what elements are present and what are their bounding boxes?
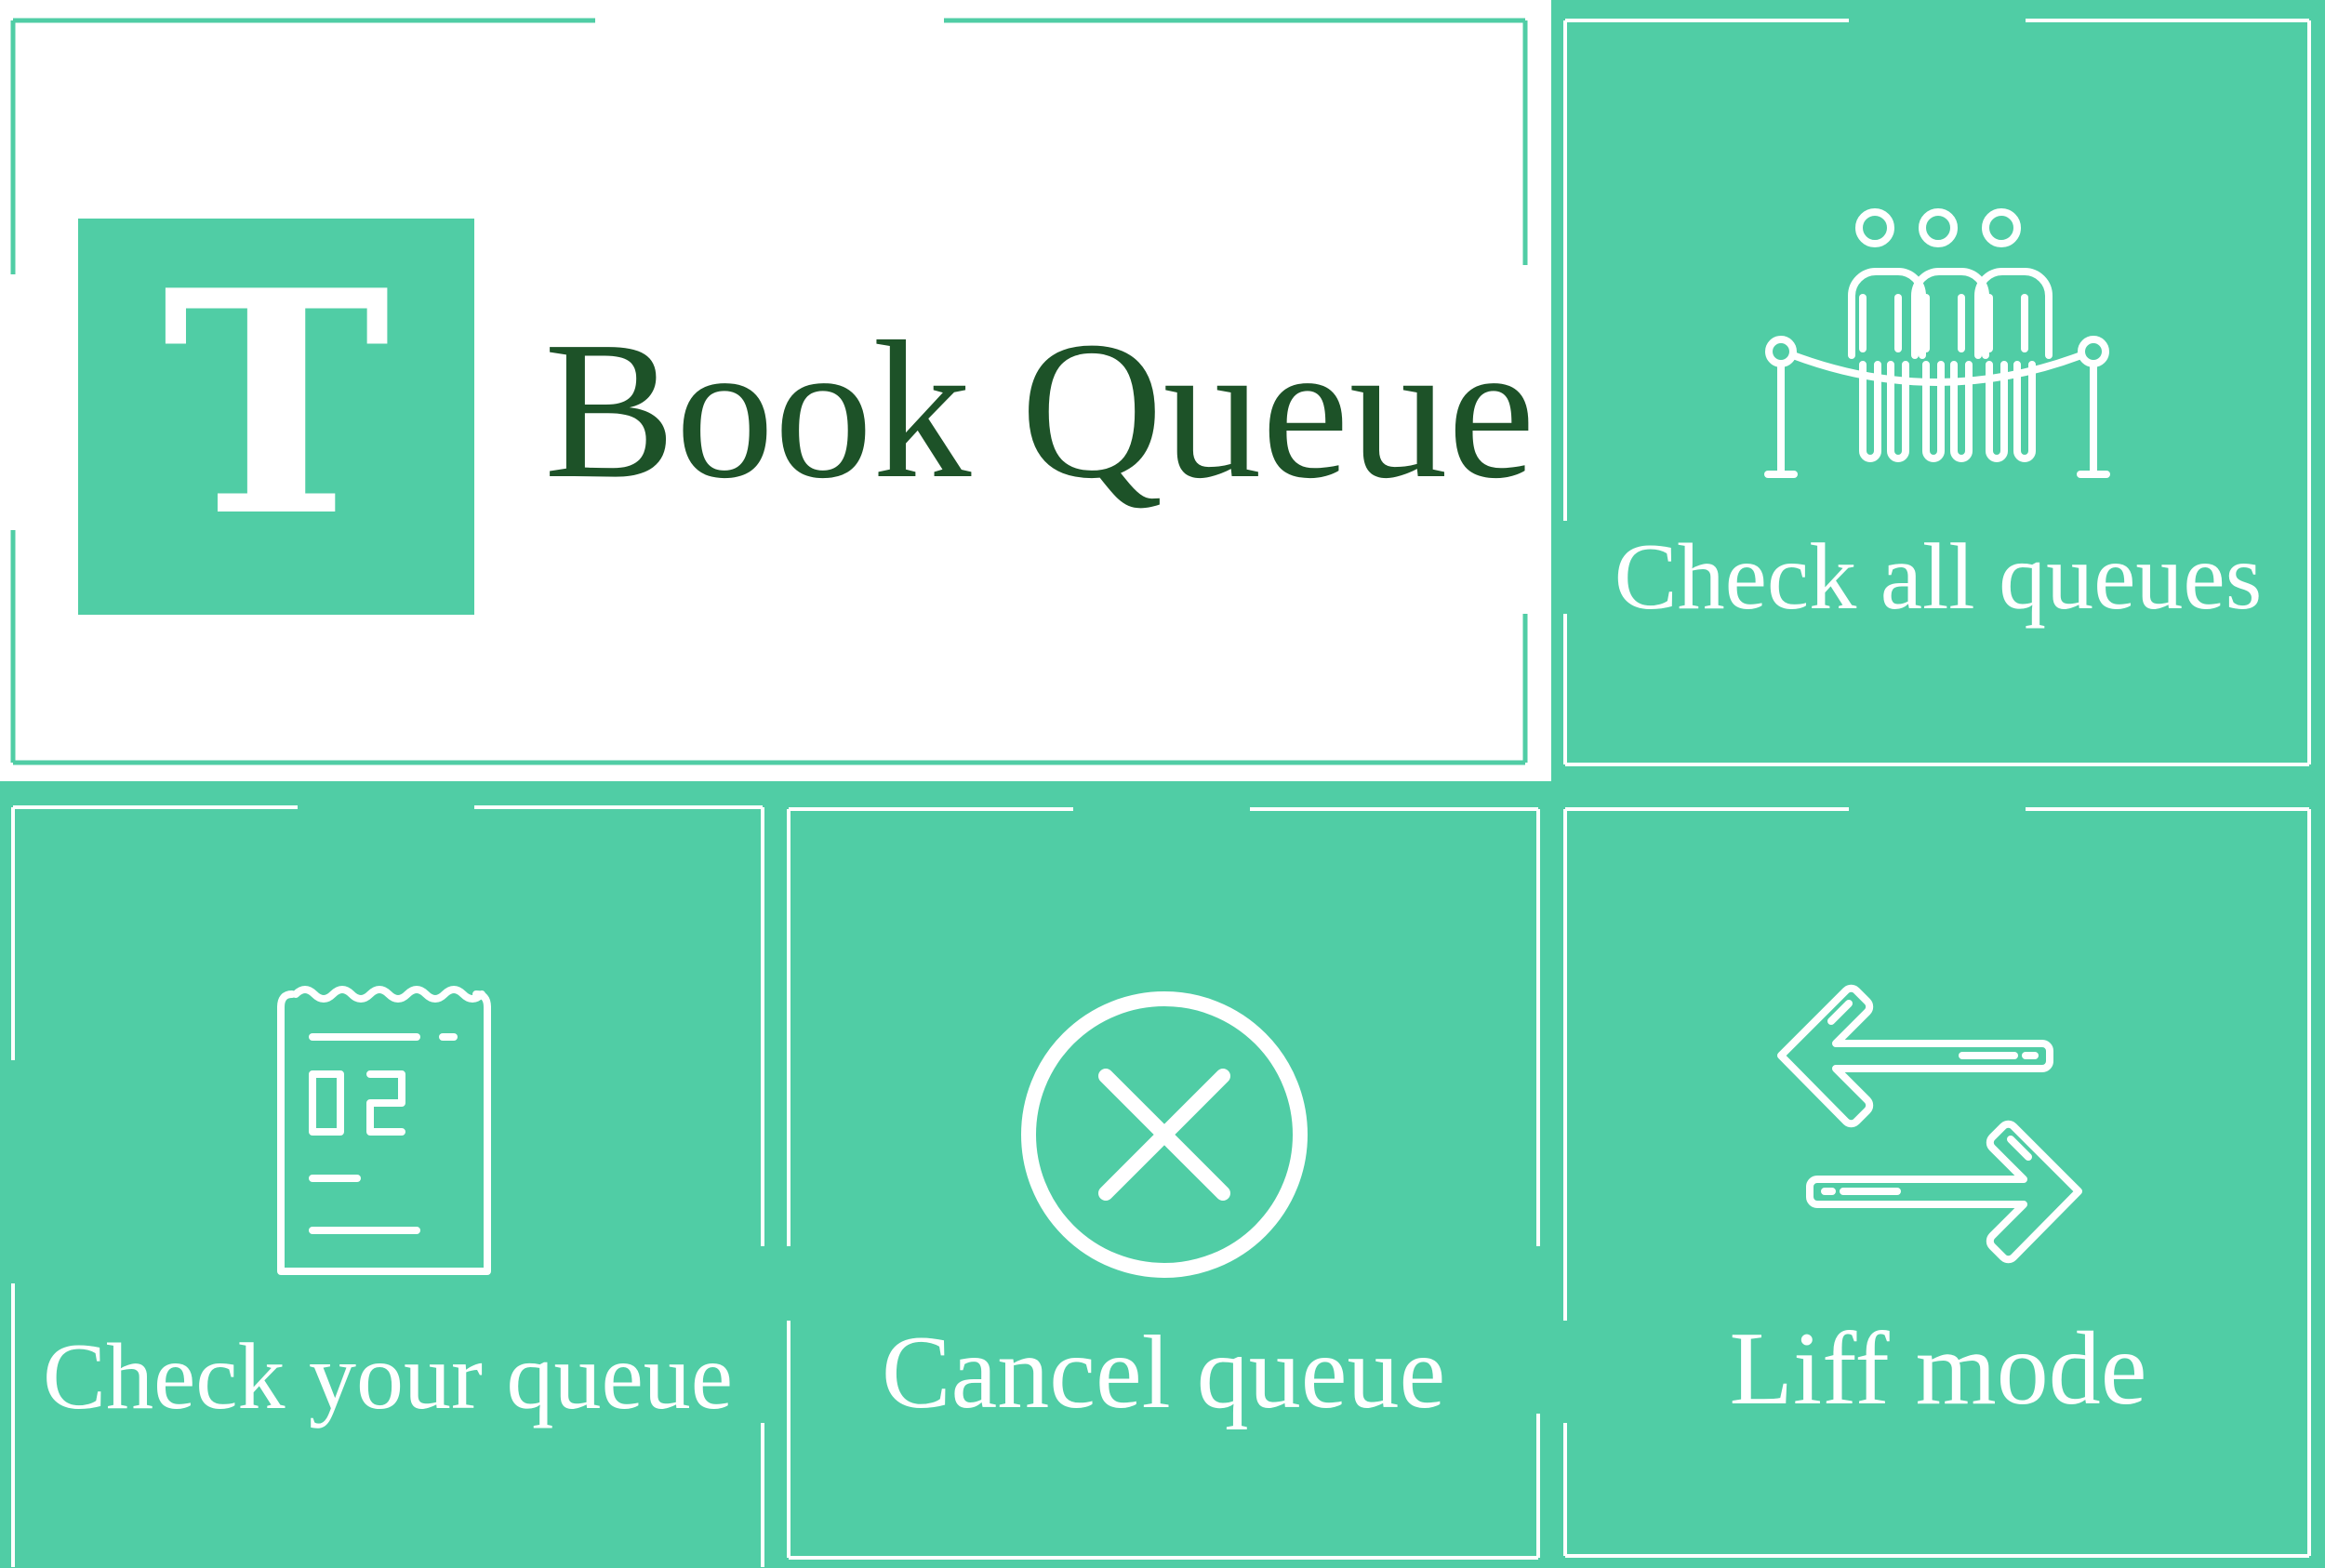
app-title: Book Queue (544, 300, 1535, 519)
check-your-queue-label: Check your queue (42, 1324, 734, 1429)
logo: T (78, 219, 474, 615)
liff-mode-label: Liff mode (1729, 1311, 2147, 1427)
cancel-circle-icon (1021, 991, 1308, 1278)
queue-ticket-icon (277, 986, 491, 1275)
switch-arrows-icon (1777, 984, 2082, 1264)
cancel-queue-button[interactable]: Cancel queue (776, 781, 1551, 1568)
cancel-queue-label: Cancel queue (881, 1315, 1446, 1430)
people-queue-icon (1764, 208, 2110, 478)
check-your-queue-button[interactable]: Check your queue (0, 781, 776, 1568)
check-all-queues-label: Check all queues (1614, 525, 2263, 630)
brand-panel: T Book Queue (0, 0, 1551, 781)
check-all-queues-button[interactable]: Check all queues (1551, 0, 2325, 781)
logo-letter: T (162, 223, 391, 584)
liff-mode-button[interactable]: Liff mode (1551, 781, 2325, 1568)
